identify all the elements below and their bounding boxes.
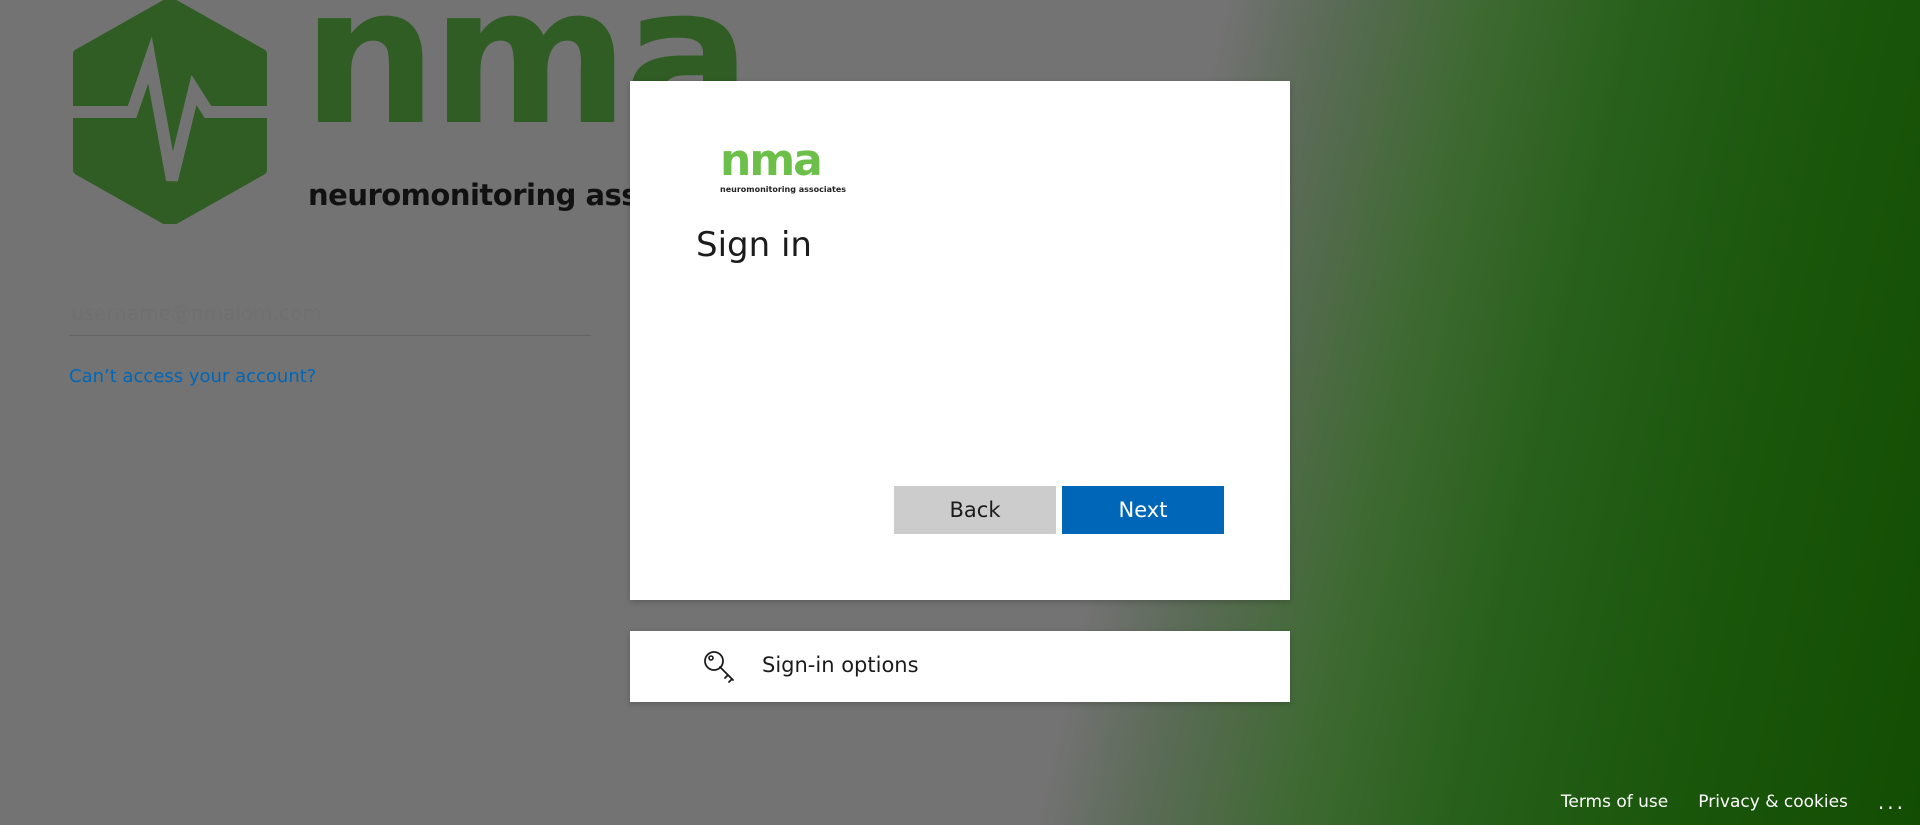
back-button[interactable]: Back bbox=[894, 486, 1056, 534]
company-logo-wordmark: nma bbox=[720, 135, 823, 186]
footer: Terms of use Privacy & cookies ... bbox=[1561, 787, 1920, 817]
company-logo-tagline: neuromonitoring associates bbox=[720, 185, 847, 194]
sign-in-options-label: Sign-in options bbox=[762, 653, 919, 677]
terms-of-use-link[interactable]: Terms of use bbox=[1561, 792, 1668, 812]
next-button[interactable]: Next bbox=[1062, 486, 1224, 534]
page-title: Sign in bbox=[696, 225, 812, 265]
privacy-cookies-link[interactable]: Privacy & cookies bbox=[1698, 792, 1848, 812]
more-options-icon[interactable]: ... bbox=[1878, 790, 1906, 814]
email-field[interactable] bbox=[69, 290, 591, 336]
company-logo: nma neuromonitoring associates bbox=[720, 139, 846, 201]
cant-access-account-link[interactable]: Can’t access your account? bbox=[69, 366, 316, 387]
heartbeat-hexagon-icon bbox=[70, 0, 270, 224]
key-icon bbox=[704, 651, 734, 683]
sign-in-options-button[interactable]: Sign-in options bbox=[630, 631, 1290, 702]
